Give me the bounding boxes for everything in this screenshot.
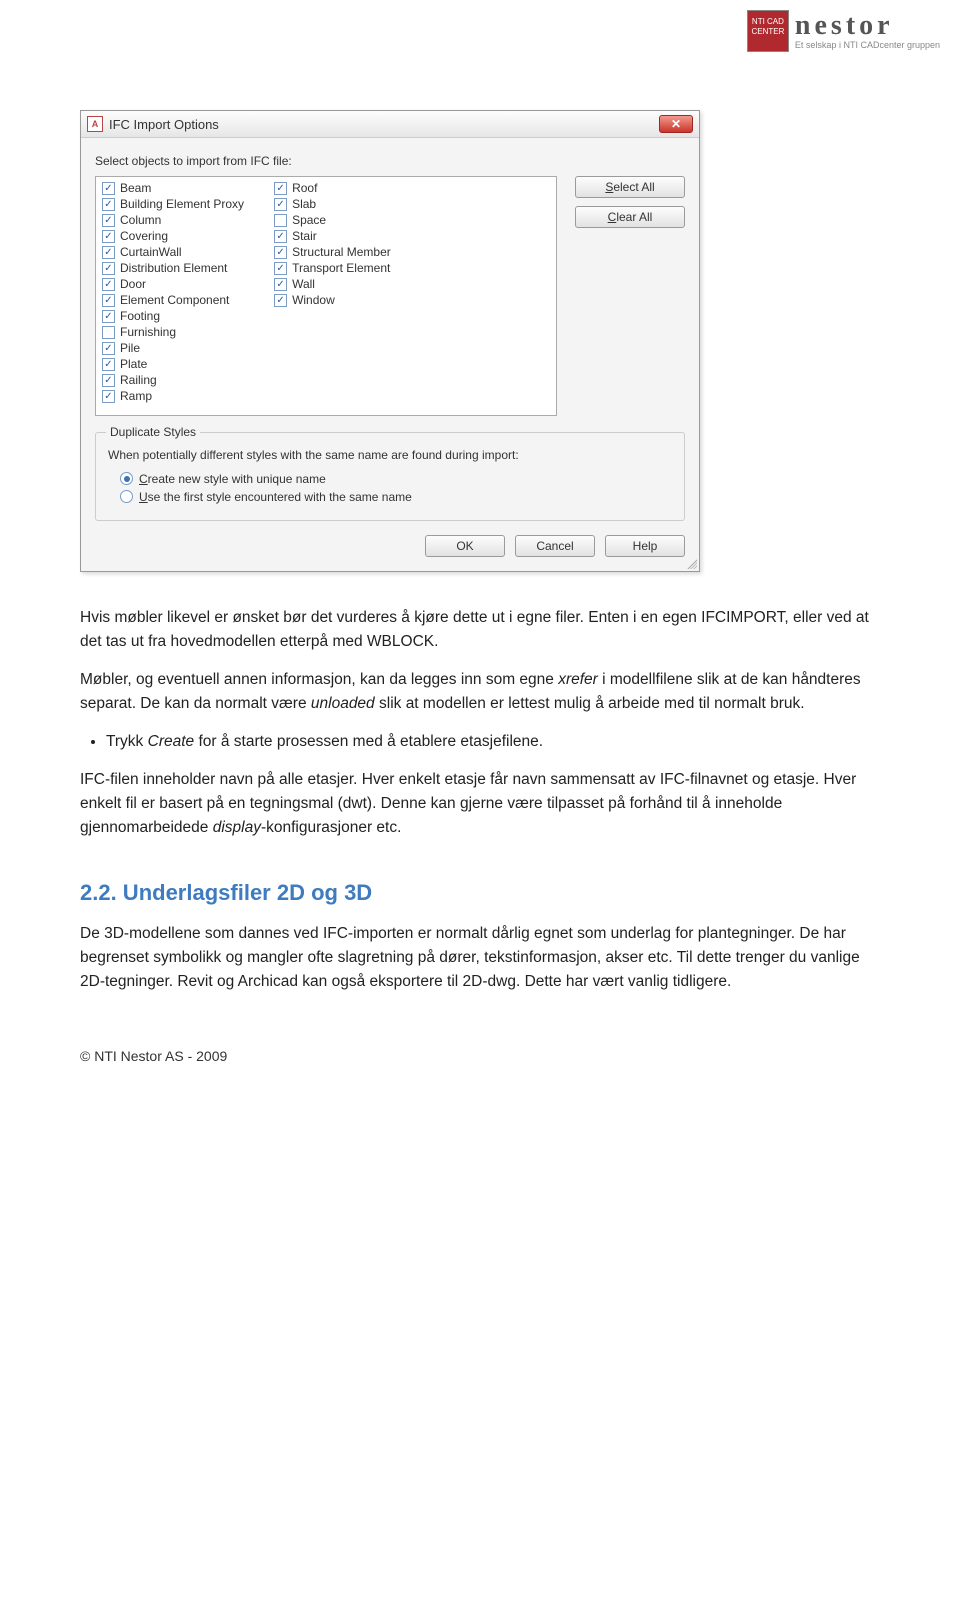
select-all-button[interactable]: Select All (575, 176, 685, 198)
object-type-label: Element Component (120, 293, 229, 307)
brand-logo: NTI CAD CENTER nestor Et selskap i NTI C… (747, 10, 940, 52)
checkbox-icon (274, 262, 287, 275)
object-type-label: Beam (120, 181, 151, 195)
logo-badge: NTI CAD CENTER (747, 10, 789, 52)
duplicate-styles-group: Duplicate Styles When potentially differ… (95, 432, 685, 521)
object-type-item[interactable]: Railing (102, 373, 244, 387)
radio-icon (120, 490, 133, 503)
object-type-item[interactable]: Furnishing (102, 325, 244, 339)
object-type-item[interactable]: Column (102, 213, 244, 227)
section-heading: 2.2. Underlagsfiler 2D og 3D (80, 876, 880, 910)
object-type-label: Column (120, 213, 161, 227)
object-type-item[interactable]: CurtainWall (102, 245, 244, 259)
checkbox-icon (274, 214, 287, 227)
object-type-item[interactable]: Footing (102, 309, 244, 323)
checkbox-icon (102, 246, 115, 259)
checkbox-icon (102, 230, 115, 243)
object-type-item[interactable]: Pile (102, 341, 244, 355)
object-type-item[interactable]: Window (274, 293, 391, 307)
dialog-titlebar: A IFC Import Options ✕ (81, 111, 699, 138)
help-button[interactable]: Help (605, 535, 685, 557)
checkbox-icon (102, 262, 115, 275)
radio-use-first-style[interactable]: Use the first style encountered with the… (120, 490, 672, 504)
object-type-item[interactable]: Roof (274, 181, 391, 195)
checkbox-icon (102, 278, 115, 291)
document-body: Hvis møbler likevel er ønsket bør det vu… (80, 606, 880, 1068)
object-type-item[interactable]: Slab (274, 197, 391, 211)
object-type-item[interactable]: Ramp (102, 389, 244, 403)
object-type-label: Window (292, 293, 335, 307)
object-type-item[interactable]: Distribution Element (102, 261, 244, 275)
cancel-button[interactable]: Cancel (515, 535, 595, 557)
object-type-item[interactable]: Space (274, 213, 391, 227)
ifc-import-dialog: A IFC Import Options ✕ Select objects to… (80, 110, 700, 572)
app-icon: A (87, 116, 103, 132)
object-type-label: Transport Element (292, 261, 390, 275)
checkbox-icon (102, 310, 115, 323)
object-type-item[interactable]: Building Element Proxy (102, 197, 244, 211)
checkbox-icon (274, 230, 287, 243)
checkbox-icon (102, 358, 115, 371)
logo-word: nestor (795, 12, 940, 40)
object-type-list[interactable]: Beam Building Element Proxy Column Covering… (95, 176, 557, 416)
object-type-label: Pile (120, 341, 140, 355)
object-type-label: Space (292, 213, 326, 227)
close-button[interactable]: ✕ (659, 115, 693, 133)
checkbox-icon (274, 294, 287, 307)
object-type-label: Stair (292, 229, 317, 243)
checkbox-icon (102, 342, 115, 355)
clear-all-button[interactable]: Clear All (575, 206, 685, 228)
close-icon: ✕ (671, 118, 681, 130)
object-type-label: CurtainWall (120, 245, 182, 259)
radio-icon (120, 472, 133, 485)
radio-create-new-style[interactable]: Create new style with unique name (120, 472, 672, 486)
object-type-label: Ramp (120, 389, 152, 403)
object-type-item[interactable]: Stair (274, 229, 391, 243)
paragraph: Hvis møbler likevel er ønsket bør det vu… (80, 606, 880, 654)
object-type-item[interactable]: Wall (274, 277, 391, 291)
object-type-label: Footing (120, 309, 160, 323)
checkbox-icon (102, 294, 115, 307)
resize-grip-icon[interactable] (685, 557, 697, 569)
object-type-label: Covering (120, 229, 168, 243)
object-type-label: Roof (292, 181, 317, 195)
checkbox-icon (274, 198, 287, 211)
object-type-label: Wall (292, 277, 315, 291)
checkbox-icon (274, 182, 287, 195)
logo-subtitle: Et selskap i NTI CADcenter gruppen (795, 40, 940, 50)
checkbox-icon (102, 182, 115, 195)
object-type-label: Slab (292, 197, 316, 211)
checkbox-icon (274, 246, 287, 259)
object-type-label: Door (120, 277, 146, 291)
object-type-label: Structural Member (292, 245, 391, 259)
list-item: Trykk Create for å starte prosessen med … (106, 730, 880, 754)
paragraph: Møbler, og eventuell annen informasjon, … (80, 668, 880, 716)
group-title: Duplicate Styles (106, 425, 200, 439)
object-type-item[interactable]: Element Component (102, 293, 244, 307)
checkbox-icon (102, 198, 115, 211)
checkbox-icon (102, 390, 115, 403)
checkbox-icon (102, 326, 115, 339)
object-type-item[interactable]: Structural Member (274, 245, 391, 259)
object-type-label: Furnishing (120, 325, 176, 339)
paragraph: De 3D-modellene som dannes ved IFC-impor… (80, 922, 880, 994)
paragraph: IFC-filen inneholder navn på alle etasje… (80, 768, 880, 840)
checkbox-icon (102, 374, 115, 387)
object-type-item[interactable]: Transport Element (274, 261, 391, 275)
object-type-label: Railing (120, 373, 157, 387)
object-type-item[interactable]: Beam (102, 181, 244, 195)
object-type-item[interactable]: Covering (102, 229, 244, 243)
dialog-title: IFC Import Options (109, 117, 219, 132)
dialog-instruction: Select objects to import from IFC file: (95, 154, 685, 168)
object-type-label: Building Element Proxy (120, 197, 244, 211)
group-description: When potentially different styles with t… (108, 447, 672, 464)
object-type-label: Plate (120, 357, 147, 371)
object-type-item[interactable]: Plate (102, 357, 244, 371)
object-type-item[interactable]: Door (102, 277, 244, 291)
ok-button[interactable]: OK (425, 535, 505, 557)
checkbox-icon (274, 278, 287, 291)
checkbox-icon (102, 214, 115, 227)
object-type-label: Distribution Element (120, 261, 227, 275)
footer-copyright: © NTI Nestor AS - 2009 (80, 1046, 880, 1068)
